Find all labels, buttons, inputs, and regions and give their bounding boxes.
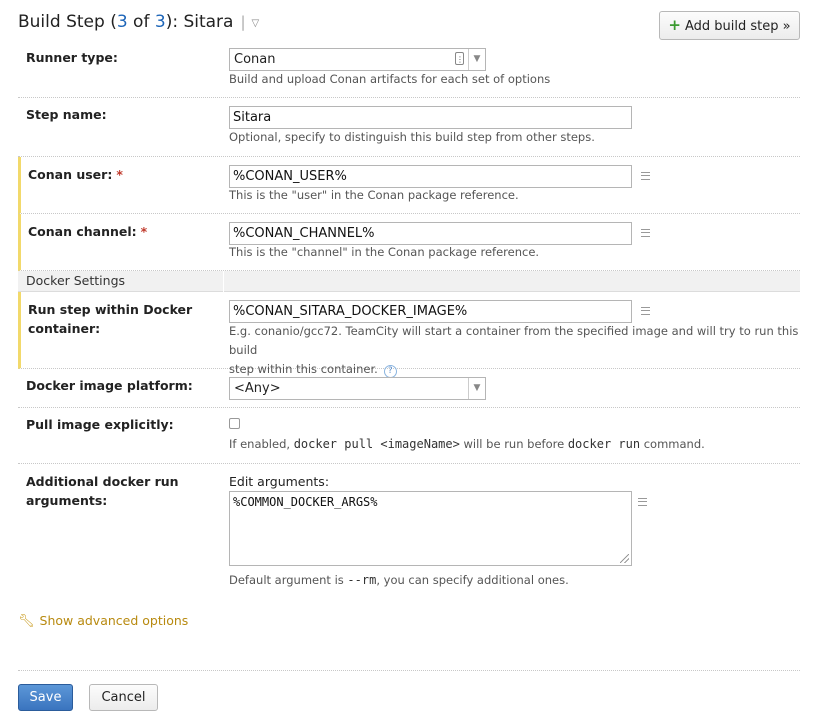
docker-args-hint: Default argument is --rm, you can specif… xyxy=(229,571,569,590)
conan-user-input[interactable]: %CONAN_USER% xyxy=(229,165,632,188)
title-dropdown-caret-icon[interactable]: ▽ xyxy=(252,18,260,29)
parameter-list-icon[interactable] xyxy=(641,307,650,315)
pull-image-checkbox[interactable] xyxy=(229,418,240,429)
docker-container-hint-line1: E.g. conanio/gcc72. TeamCity will start … xyxy=(229,324,799,357)
args-hint-code: --rm xyxy=(347,573,377,587)
pull-image-row: Pull image explicitly: If enabled, docke… xyxy=(18,408,800,464)
cancel-button[interactable]: Cancel xyxy=(89,684,158,711)
plus-icon: + xyxy=(668,16,681,34)
docker-image-input[interactable]: %CONAN_SITARA_DOCKER_IMAGE% xyxy=(229,300,632,323)
pull-hint-mid: will be run before xyxy=(459,437,568,451)
step-name-hint: Optional, specify to distinguish this bu… xyxy=(229,130,595,144)
show-advanced-options-link[interactable]: 🔧︎ Show advanced options xyxy=(18,613,188,629)
docker-container-row: Run step within Docker container: %CONAN_… xyxy=(18,292,800,378)
chevron-down-icon[interactable]: ▼ xyxy=(468,49,485,70)
docker-args-label-line1: Additional docker run xyxy=(26,474,179,489)
add-build-step-button[interactable]: + Add build step » xyxy=(659,11,800,40)
conan-channel-label: Conan channel: * xyxy=(28,222,147,241)
docker-platform-label: Docker image platform: xyxy=(26,378,193,393)
docker-args-row: Additional docker run arguments: Edit arg… xyxy=(18,464,800,599)
docker-args-label: Additional docker run arguments: xyxy=(26,472,179,510)
lock-icon: ⋮ xyxy=(455,52,464,65)
chevron-down-icon[interactable]: ▼ xyxy=(468,378,485,399)
docker-args-label-line2: arguments: xyxy=(26,493,108,508)
title-suffix: ): Sitara xyxy=(165,12,234,32)
title-separator: | xyxy=(240,13,246,31)
conan-user-row: Conan user: * %CONAN_USER% This is the "u… xyxy=(18,157,800,214)
parameter-list-icon[interactable] xyxy=(641,229,650,237)
docker-args-value: %COMMON_DOCKER_ARGS% xyxy=(233,495,378,509)
pull-image-hint: If enabled, docker pull <imageName> will… xyxy=(229,435,705,454)
save-button[interactable]: Save xyxy=(18,684,73,711)
docker-settings-title: Docker Settings xyxy=(26,273,126,288)
docker-container-label: Run step within Docker container: xyxy=(28,300,192,338)
pull-hint-post: command. xyxy=(640,437,705,451)
docker-platform-value: <Any> xyxy=(234,381,281,396)
show-advanced-options-label: Show advanced options xyxy=(39,613,189,628)
conan-channel-input[interactable]: %CONAN_CHANNEL% xyxy=(229,222,632,245)
runner-type-label: Runner type: xyxy=(26,50,118,65)
parameter-list-icon[interactable] xyxy=(638,498,647,506)
conan-channel-row: Conan channel: * %CONAN_CHANNEL% This is … xyxy=(18,214,800,271)
page-title: Build Step (3 of 3): Sitara | ▽ xyxy=(18,12,259,32)
edit-arguments-label: Edit arguments: xyxy=(229,474,330,489)
args-hint-post: , you can specify additional ones. xyxy=(376,573,569,587)
title-prefix: Build Step ( xyxy=(18,12,117,32)
footer-divider xyxy=(18,670,800,671)
step-name-row: Step name: Sitara Optional, specify to d… xyxy=(18,98,800,157)
runner-type-value: Conan xyxy=(234,52,276,67)
pull-hint-code2: docker run xyxy=(567,437,641,451)
docker-settings-section: Docker Settings xyxy=(18,271,800,292)
resize-handle-icon[interactable] xyxy=(620,554,629,563)
conan-channel-hint: This is the "channel" in the Conan packa… xyxy=(229,245,540,259)
docker-container-label-line1: Run step within Docker xyxy=(28,302,193,317)
step-name-input[interactable]: Sitara xyxy=(229,106,632,129)
pull-hint-code1: docker pull <imageName> xyxy=(293,437,460,451)
runner-type-row: Runner type: Conan ⋮ ▼ Build and upload … xyxy=(18,40,800,98)
wrench-icon: 🔧︎ xyxy=(18,614,35,629)
title-of: of xyxy=(127,12,155,32)
conan-user-label-text: Conan user: xyxy=(28,167,113,182)
pull-hint-pre: If enabled, xyxy=(229,437,294,451)
section-divider xyxy=(223,271,224,292)
required-marker: * xyxy=(140,224,148,239)
required-marker: * xyxy=(116,167,123,182)
conan-user-label: Conan user: * xyxy=(28,165,123,184)
parameter-list-icon[interactable] xyxy=(641,172,650,180)
runner-type-select[interactable]: Conan ⋮ ▼ xyxy=(229,48,486,71)
docker-container-label-line2: container: xyxy=(28,321,101,336)
pull-image-label: Pull image explicitly: xyxy=(26,417,174,432)
step-current-link[interactable]: 3 xyxy=(117,12,128,32)
conan-channel-label-text: Conan channel: xyxy=(28,224,137,239)
docker-platform-row: Docker image platform: <Any> ▼ xyxy=(18,369,800,408)
docker-platform-select[interactable]: <Any> ▼ xyxy=(229,377,486,400)
conan-user-hint: This is the "user" in the Conan package … xyxy=(229,188,519,202)
docker-args-textarea[interactable]: %COMMON_DOCKER_ARGS% xyxy=(229,491,632,566)
add-build-step-label: Add build step » xyxy=(684,19,791,34)
runner-type-hint: Build and upload Conan artifacts for eac… xyxy=(229,72,551,86)
step-name-label: Step name: xyxy=(26,107,107,122)
step-total-link[interactable]: 3 xyxy=(155,12,166,32)
args-hint-pre: Default argument is xyxy=(229,573,348,587)
